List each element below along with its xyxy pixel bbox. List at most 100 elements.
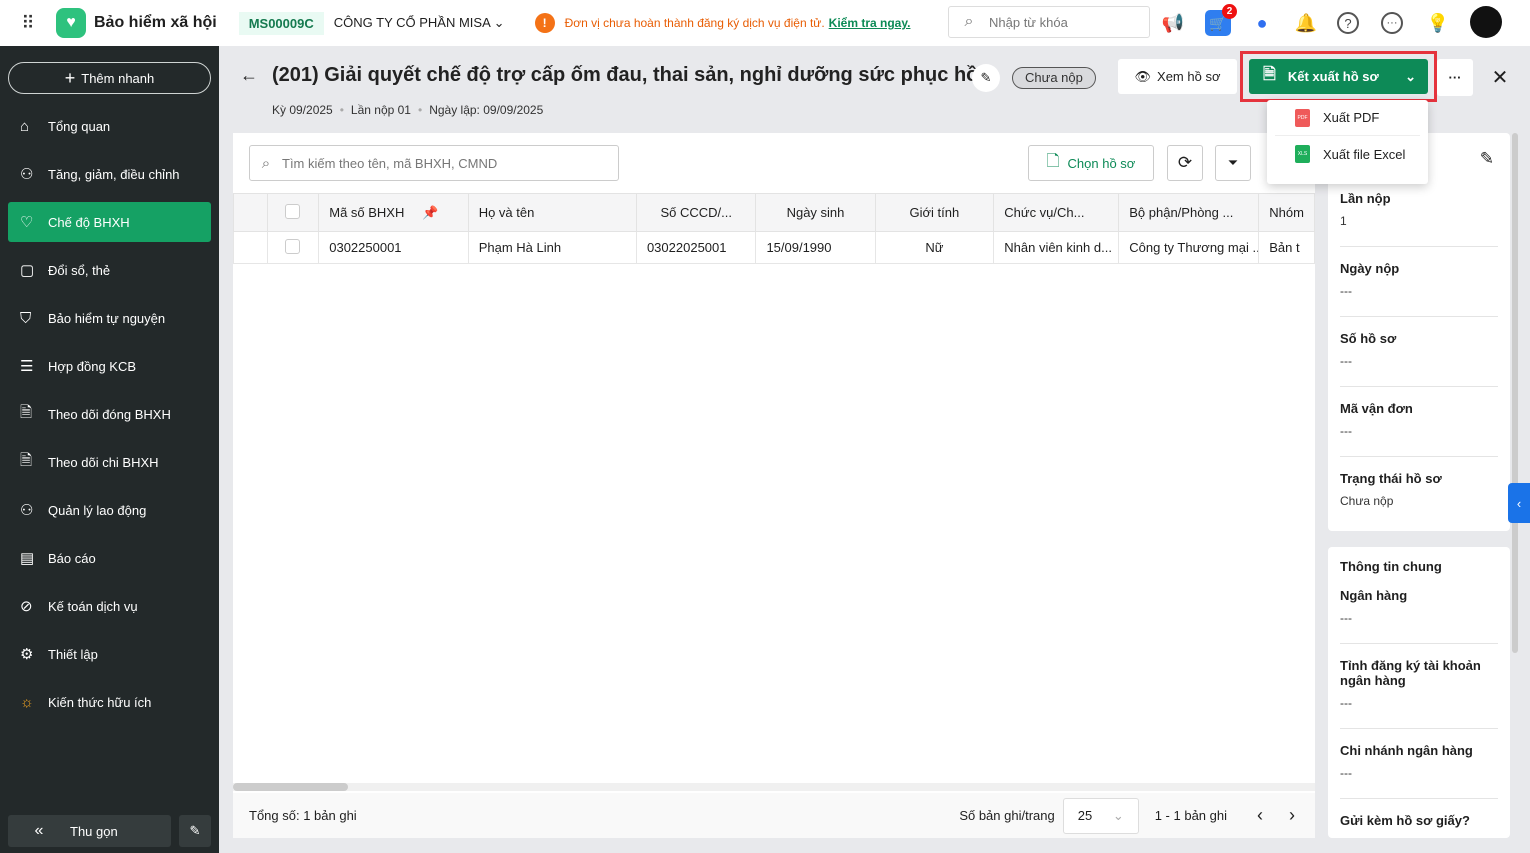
employee-search-input[interactable]: ⌕ Tìm kiếm theo tên, mã BHXH, CMND bbox=[249, 145, 619, 181]
file-add-icon: 🗋 bbox=[1046, 152, 1060, 170]
collapse-button[interactable]: « Thu gọn bbox=[8, 815, 171, 847]
sidebar-item[interactable]: ⊘ Kế toán dịch vụ bbox=[8, 586, 211, 626]
unit-code: MS00009C bbox=[238, 11, 324, 35]
quick-add-label: Thêm nhanh bbox=[81, 70, 155, 86]
per-page-value: 25 bbox=[1077, 808, 1093, 823]
field-label: Ngân hàng bbox=[1340, 588, 1408, 603]
more-apps-icon[interactable]: ··· bbox=[1381, 12, 1403, 34]
avatar[interactable] bbox=[1470, 6, 1502, 38]
export-dropdown: PDF Xuất PDF XLS Xuất file Excel bbox=[1267, 100, 1428, 184]
close-icon[interactable]: ✕ bbox=[1484, 62, 1516, 92]
megaphone-icon[interactable]: 📢 bbox=[1160, 10, 1186, 36]
next-page-icon[interactable]: › bbox=[1289, 805, 1295, 826]
row-checkbox[interactable] bbox=[266, 231, 320, 264]
back-arrow-icon[interactable]: ← bbox=[240, 65, 258, 86]
submission-count: Lần nộp 01 bbox=[350, 103, 411, 117]
search-placeholder: Tìm kiếm theo tên, mã BHXH, CMND bbox=[282, 155, 498, 171]
column-header[interactable]: Họ và tên bbox=[467, 193, 637, 232]
field-value: 1 bbox=[1340, 214, 1498, 247]
field-value: --- bbox=[1340, 424, 1498, 457]
sidebar-item[interactable]: ⌂ Tổng quan bbox=[8, 106, 211, 146]
column-header[interactable]: Số CCCD/... bbox=[635, 193, 757, 232]
view-file-button[interactable]: 👁 Xem hồ sơ bbox=[1118, 59, 1237, 94]
field-label: Số hồ sơ bbox=[1340, 331, 1397, 346]
user-adjust-icon: ⚇ bbox=[20, 166, 34, 183]
column-header[interactable]: Giới tính bbox=[874, 193, 995, 232]
horizontal-scrollbar[interactable] bbox=[233, 783, 1315, 791]
edit-info-icon[interactable]: ✎ bbox=[1480, 149, 1494, 169]
shield-icon: ⛉ bbox=[20, 309, 32, 327]
refresh-icon[interactable]: ⟳ bbox=[1167, 145, 1203, 181]
field-label: Mã vận đơn bbox=[1340, 401, 1413, 416]
column-header[interactable]: Ngày sinh bbox=[755, 193, 876, 232]
column-header[interactable]: Chức vụ/Ch... bbox=[993, 193, 1120, 232]
export-pdf-item[interactable]: PDF Xuất PDF bbox=[1275, 100, 1420, 136]
sidebar-item[interactable]: ⛉ Bảo hiểm tự nguyện bbox=[8, 298, 211, 338]
column-header[interactable]: Nhóm bbox=[1258, 193, 1315, 232]
cards-icon: ▢ bbox=[20, 262, 35, 279]
sidebar-item-label: Kế toán dịch vụ bbox=[48, 598, 138, 614]
sidebar-item-label: Bảo hiểm tự nguyện bbox=[48, 310, 166, 326]
column-label: Họ và tên bbox=[478, 205, 535, 220]
sidebar-item-label: Kiến thức hữu ích bbox=[48, 694, 152, 710]
pin-icon[interactable]: 📌 bbox=[422, 205, 438, 220]
bulb-icon[interactable]: 💡 bbox=[1425, 10, 1451, 36]
global-search-input[interactable]: ⌕ Nhập từ khóa bbox=[948, 6, 1150, 38]
bell-icon[interactable]: 🔔 bbox=[1293, 10, 1319, 36]
sidebar-item[interactable]: 🗎 Theo dõi chi BHXH bbox=[8, 442, 211, 482]
row-handle bbox=[233, 231, 268, 264]
edit-menu-icon[interactable]: ✎ bbox=[179, 815, 211, 847]
panel-scrollbar[interactable] bbox=[1512, 133, 1518, 653]
general-info-title: Thông tin chung bbox=[1340, 559, 1442, 574]
chat-icon[interactable]: ● bbox=[1249, 10, 1275, 36]
select-all-checkbox[interactable] bbox=[266, 193, 320, 232]
column-header[interactable]: Mã số BHXH 📌 bbox=[318, 193, 469, 232]
sidebar-item[interactable]: ☼ Kiến thức hữu ích bbox=[8, 682, 211, 722]
search-icon: ⌕ bbox=[261, 154, 271, 172]
choose-file-button[interactable]: 🗋 Chọn hồ sơ bbox=[1028, 145, 1154, 181]
export-excel-item[interactable]: XLS Xuất file Excel bbox=[1267, 136, 1428, 172]
field-value: --- bbox=[1340, 766, 1498, 799]
table-cell: 03022025001 bbox=[635, 231, 757, 264]
cart-icon[interactable]: 🛒 2 bbox=[1205, 4, 1237, 36]
sidebar-item[interactable]: ▢ Đổi sổ, thẻ bbox=[8, 250, 211, 290]
warning-text: Đơn vị chưa hoàn thành đăng ký dịch vụ đ… bbox=[564, 16, 825, 30]
sidebar-item[interactable]: ⚇ Quản lý lao động bbox=[8, 490, 211, 530]
column-label: Số CCCD/... bbox=[660, 205, 732, 220]
per-page-select[interactable]: 25 ⌄ bbox=[1062, 797, 1139, 834]
filter-icon[interactable]: ⏷ bbox=[1215, 145, 1251, 181]
sidebar-item[interactable]: ⚙ Thiết lập bbox=[8, 634, 211, 674]
sidebar-item[interactable]: ♡ Chế độ BHXH bbox=[8, 202, 211, 242]
warning-icon: ! bbox=[534, 13, 555, 33]
more-options-button[interactable]: ··· bbox=[1437, 59, 1473, 96]
scrollbar-thumb[interactable] bbox=[233, 783, 348, 791]
app-name: Bảo hiểm xã hội bbox=[94, 14, 217, 31]
sidebar-item[interactable]: ⚇ Tăng, giảm, điều chỉnh bbox=[8, 154, 211, 194]
sidebar-item[interactable]: 🗎 Theo dõi đóng BHXH bbox=[8, 394, 211, 434]
double-chevron-left-icon: « bbox=[34, 822, 44, 839]
help-icon[interactable]: ? bbox=[1337, 12, 1359, 34]
total-records: Tổng số: 1 bản ghi bbox=[249, 808, 357, 823]
app-logo: ♥ bbox=[56, 8, 86, 38]
field-value: Chưa nộp bbox=[1340, 494, 1394, 508]
prev-page-icon[interactable]: ‹ bbox=[1257, 805, 1263, 826]
table-row[interactable]: 0302250001 Phạm Hà Linh 03022025001 15/09/1… bbox=[233, 231, 1315, 264]
export-pdf-label: Xuất PDF bbox=[1323, 110, 1380, 125]
chevron-down-icon: ⌄ bbox=[493, 15, 505, 30]
app-grid-icon[interactable]: ⠿ bbox=[0, 13, 56, 34]
sidebar-item[interactable]: ☰ Hợp đồng KCB bbox=[8, 346, 211, 386]
sidebar-item[interactable]: ▤ Báo cáo bbox=[8, 538, 211, 578]
edit-title-icon[interactable]: ✎ bbox=[972, 64, 1000, 92]
view-label: Xem hồ sơ bbox=[1157, 69, 1221, 84]
quick-add-button[interactable]: + Thêm nhanh bbox=[8, 62, 211, 94]
column-header[interactable]: Bộ phận/Phòng ... bbox=[1118, 193, 1260, 232]
period: Kỳ 09/2025 bbox=[272, 103, 333, 117]
check-now-link[interactable]: Kiểm tra ngay. bbox=[829, 16, 911, 30]
highlight-box bbox=[1240, 51, 1437, 102]
warning-banner: ! Đơn vị chưa hoàn thành đăng ký dịch vụ … bbox=[534, 13, 911, 33]
company-selector[interactable]: CÔNG TY CỔ PHẦN MISA ⌄ bbox=[334, 15, 505, 31]
sidebar-item-label: Theo dõi chi BHXH bbox=[48, 454, 159, 470]
column-label: Mã số BHXH bbox=[329, 204, 405, 220]
column-label: Chức vụ/Ch... bbox=[1004, 205, 1085, 220]
collapse-panel-icon[interactable]: ‹ bbox=[1508, 483, 1530, 523]
